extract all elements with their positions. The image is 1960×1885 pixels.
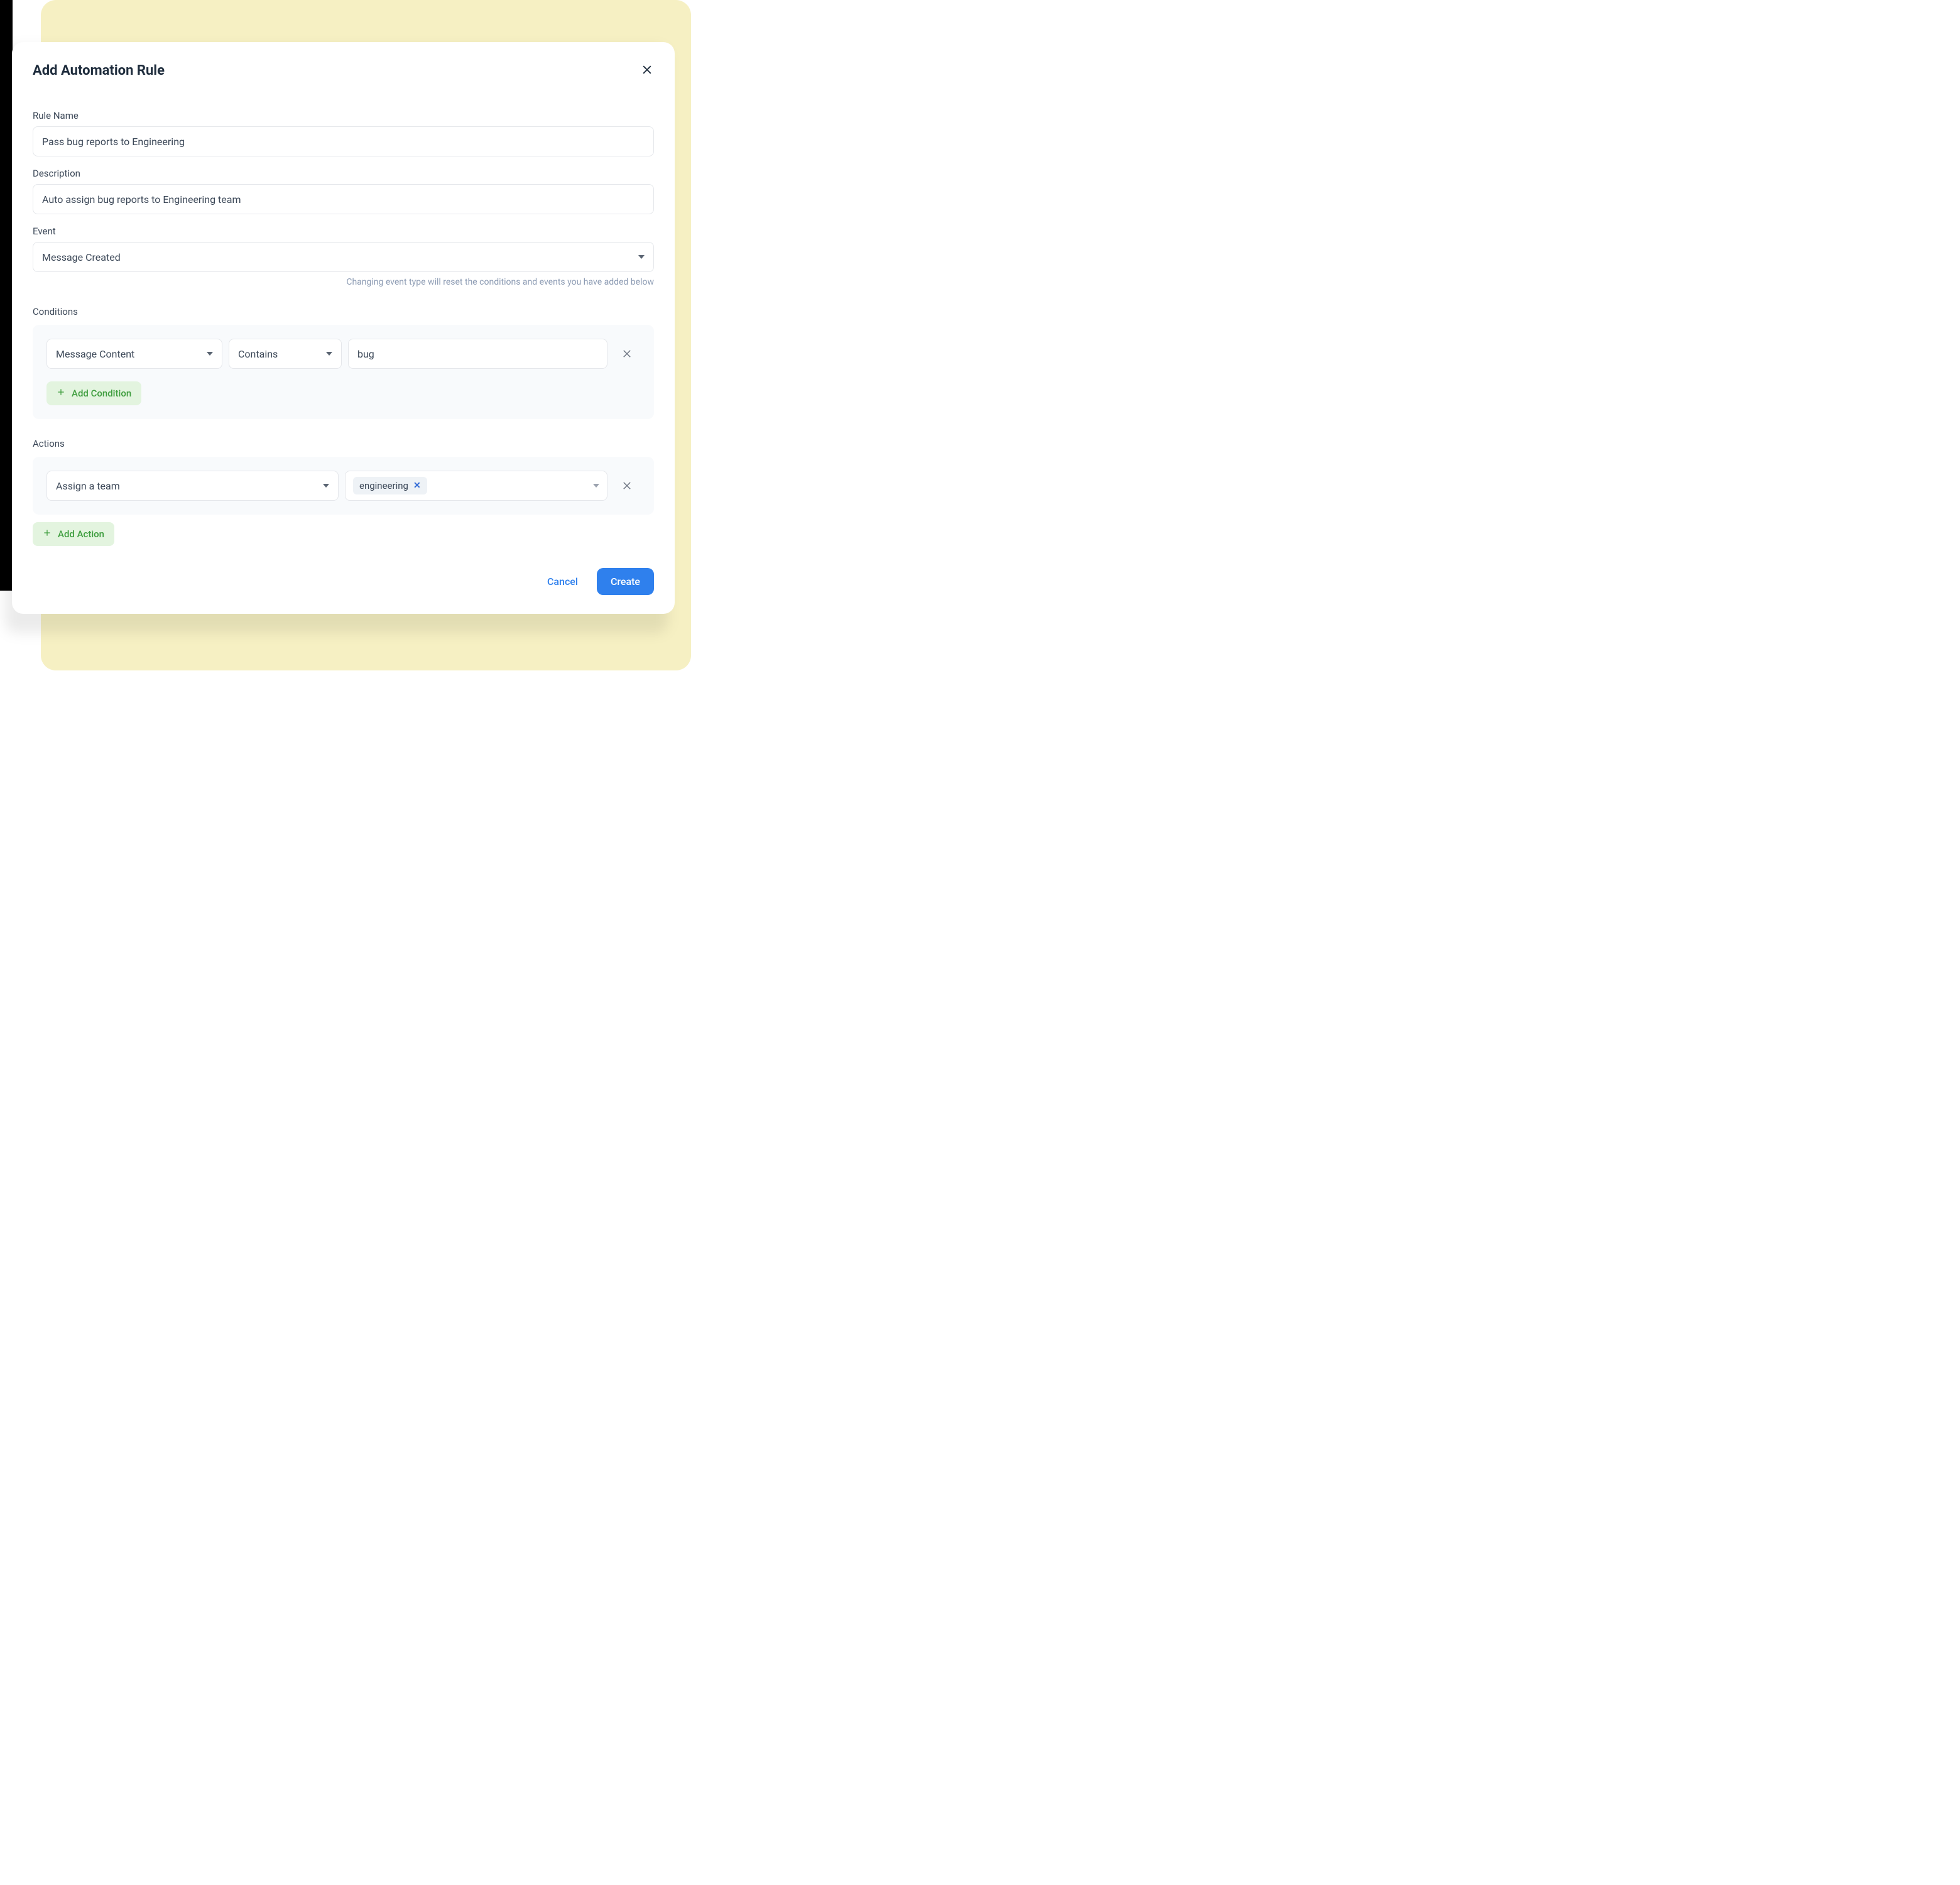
condition-operator-select[interactable]: Contains [229,339,342,369]
rule-name-field: Rule Name [33,110,654,156]
condition-field-select[interactable]: Message Content [46,339,222,369]
add-action-button[interactable]: Add Action [33,522,114,546]
modal-footer: Cancel Create [33,568,654,595]
automation-rule-modal: Add Automation Rule Rule Name Descriptio… [12,42,675,614]
remove-action-button[interactable] [614,473,640,499]
team-tag-label: engineering [359,480,408,491]
chevron-down-icon [207,352,213,356]
chevron-down-icon [638,255,645,259]
cancel-button[interactable]: Cancel [542,569,583,594]
close-button[interactable] [640,63,654,77]
condition-field-value: Message Content [56,348,134,360]
condition-value-input[interactable] [348,339,607,369]
condition-row: Message Content Contains [46,339,640,369]
add-action-label: Add Action [58,528,104,540]
add-condition-label: Add Condition [72,388,131,399]
event-field: Event Message Created Changing event typ… [33,226,654,287]
team-tag: engineering ✕ [353,477,427,494]
action-team-multiselect[interactable]: engineering ✕ [345,471,607,501]
description-label: Description [33,168,654,179]
rule-name-label: Rule Name [33,110,654,121]
close-icon [641,63,653,76]
event-select[interactable]: Message Created [33,242,654,272]
rule-name-input[interactable] [33,126,654,156]
action-row: Assign a team engineering ✕ [46,471,640,501]
close-icon [621,480,633,491]
add-action-row: Add Action [33,522,654,546]
plus-icon [57,388,65,399]
conditions-section: Conditions Message Content Contains [33,306,654,419]
remove-condition-button[interactable] [614,341,640,367]
chevron-down-icon [323,484,329,488]
modal-title: Add Automation Rule [33,63,165,79]
event-select-value: Message Created [42,251,121,263]
close-icon [621,348,633,359]
modal-header: Add Automation Rule [33,63,654,79]
action-type-value: Assign a team [56,480,120,492]
add-condition-button[interactable]: Add Condition [46,381,141,405]
chevron-down-icon [326,352,332,356]
chevron-down-icon [593,484,599,488]
description-field: Description [33,168,654,214]
conditions-panel: Message Content Contains Add [33,325,654,419]
plus-icon [43,528,52,540]
event-helper-text: Changing event type will reset the condi… [33,277,654,287]
description-input[interactable] [33,184,654,214]
form: Rule Name Description Event Message Crea… [33,110,654,595]
remove-tag-button[interactable]: ✕ [413,481,421,491]
event-label: Event [33,226,654,237]
actions-label: Actions [33,438,654,449]
create-button[interactable]: Create [597,568,654,595]
actions-section: Actions Assign a team engineering ✕ [33,438,654,546]
condition-operator-value: Contains [238,348,278,360]
action-type-select[interactable]: Assign a team [46,471,339,501]
conditions-label: Conditions [33,306,654,317]
add-condition-row: Add Condition [46,381,640,405]
actions-panel: Assign a team engineering ✕ [33,457,654,515]
